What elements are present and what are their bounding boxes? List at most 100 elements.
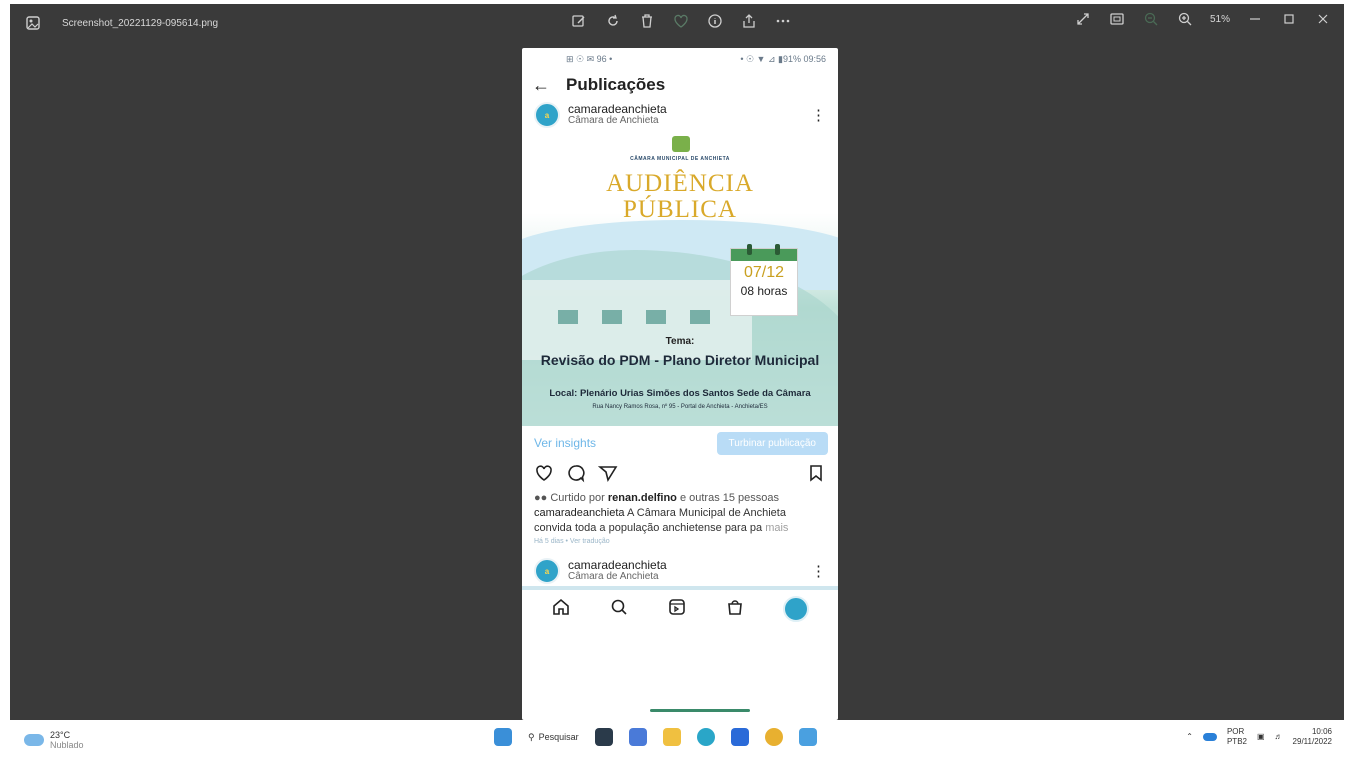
caption-username[interactable]: camaradeanchieta — [534, 507, 625, 519]
cloud-icon — [24, 734, 44, 746]
likes-user[interactable]: renan.delfino — [608, 492, 677, 504]
info-icon[interactable] — [706, 12, 724, 30]
clock[interactable]: 10:06 29/11/2022 — [1293, 727, 1332, 747]
edge-browser-icon[interactable] — [696, 728, 715, 746]
favorite-icon[interactable] — [672, 12, 690, 30]
rotate-icon[interactable] — [604, 12, 622, 30]
building-window — [646, 310, 666, 324]
file-name: Screenshot_20221129-095614.png — [62, 17, 219, 29]
delete-icon[interactable] — [638, 12, 656, 30]
app-bottom-nav — [522, 590, 838, 628]
status-left: ⊞ ☉ ✉ 96 • — [566, 53, 613, 64]
weather-text: 23°C Nublado — [50, 730, 84, 750]
fit-window-icon[interactable] — [1108, 10, 1126, 28]
next-post-header: a camaradeanchieta Câmara de Anchieta ⋮ — [522, 556, 838, 586]
event-time: 08 horas — [740, 284, 788, 298]
tema-label: Tema: — [665, 336, 695, 347]
task-view-icon[interactable] — [594, 728, 613, 746]
post-meta[interactable]: Há 5 dias • Ver tradução — [522, 536, 838, 550]
photos-taskbar-icon[interactable] — [798, 728, 817, 746]
search-glass-icon: ⚲ — [528, 731, 535, 742]
next-post-options-icon[interactable]: ⋮ — [811, 562, 826, 580]
viewer-toolbar — [570, 12, 792, 30]
poster-title-line2: PÚBLICA — [623, 196, 737, 223]
profile-avatar[interactable]: a — [534, 102, 560, 128]
calendar-ring — [775, 244, 780, 255]
search-icon[interactable] — [609, 597, 629, 622]
next-post-subtitle: Câmara de Anchieta — [568, 571, 659, 582]
page-title: Publicações — [566, 75, 666, 94]
home-indicator — [650, 709, 750, 712]
language-code: POR — [1226, 727, 1245, 736]
phone-screenshot: ⊞ ☉ ✉ 96 • • ☉ ▼ ⊿ ▮91% 09:56 ← Publicaç… — [522, 48, 838, 720]
photo-viewer-window: Screenshot_20221129-095614.png 51% ⊞ ☉ ✉… — [10, 4, 1344, 720]
comment-icon[interactable] — [566, 463, 586, 488]
fullscreen-icon[interactable] — [1074, 10, 1092, 28]
zoom-out-icon[interactable] — [1142, 10, 1160, 28]
home-icon[interactable] — [551, 597, 571, 622]
back-arrow-icon[interactable]: ← — [532, 75, 566, 96]
building-window — [558, 310, 578, 324]
likes-prefix: Curtido por — [550, 492, 608, 504]
photos-app-icon — [24, 14, 42, 32]
share-icon[interactable] — [740, 12, 758, 30]
likes-line[interactable]: ●● Curtido por renan.delfino e outras 15… — [522, 490, 838, 506]
input-language[interactable]: POR PTB2 — [1227, 727, 1247, 747]
caption-more-link[interactable]: mais — [765, 522, 788, 534]
local-text: Local: Plenário Urias Simões dos Santos … — [549, 388, 811, 399]
maximize-icon[interactable] — [1280, 10, 1298, 28]
onedrive-cloud-icon[interactable] — [1202, 733, 1217, 741]
zoom-level: 51% — [1209, 13, 1230, 25]
reels-icon[interactable] — [667, 597, 687, 622]
taskbar-search[interactable]: ⚲ Pesquisar — [528, 732, 579, 743]
save-bookmark-icon[interactable] — [806, 463, 826, 488]
clock-time: 10:06 — [1311, 727, 1332, 736]
view-insights-link[interactable]: Ver insights — [534, 436, 596, 450]
weather-condition: Nublado — [50, 740, 84, 750]
zoom-in-icon[interactable] — [1176, 10, 1194, 28]
close-icon[interactable] — [1314, 10, 1332, 28]
chrome-icon[interactable] — [764, 728, 783, 746]
share-send-icon[interactable] — [597, 463, 618, 488]
post-author: camaradeanchieta Câmara de Anchieta — [568, 103, 811, 126]
status-right: • ☉ ▼ ⊿ ▮91% 09:56 — [740, 53, 826, 64]
post-image[interactable]: CÂMARA MUNICIPAL DE ANCHIETA AUDIÊNCIA P… — [522, 130, 838, 426]
start-icon[interactable] — [494, 728, 512, 746]
boost-post-button[interactable]: Turbinar publicação — [716, 431, 828, 455]
phone-status-bar: ⊞ ☉ ✉ 96 • • ☉ ▼ ⊿ ▮91% 09:56 — [522, 48, 838, 70]
teams-chat-icon[interactable] — [628, 728, 647, 746]
next-post-author: camaradeanchieta Câmara de Anchieta — [568, 559, 811, 582]
calendar-ring — [747, 244, 752, 255]
store-icon[interactable] — [730, 728, 749, 746]
chamber-crest-logo — [672, 136, 690, 152]
like-heart-icon[interactable] — [534, 463, 554, 488]
chevron-up-icon[interactable]: ⌃ — [1186, 732, 1193, 742]
building-window — [602, 310, 622, 324]
more-options-icon[interactable] — [774, 12, 792, 30]
post-header: a camaradeanchieta Câmara de Anchieta ⋮ — [522, 100, 838, 130]
edit-icon[interactable] — [570, 12, 588, 30]
search-label: Pesquisar — [538, 732, 579, 742]
insights-row: Ver insights Turbinar publicação — [522, 426, 838, 460]
minimize-icon[interactable] — [1246, 10, 1264, 28]
volume-icon[interactable]: ♬ — [1275, 732, 1283, 742]
shop-bag-icon[interactable] — [725, 597, 745, 622]
calendar-card: 07/12 08 horas — [730, 244, 798, 316]
network-icon[interactable]: ▣ — [1257, 732, 1265, 742]
temperature: 23°C — [50, 730, 71, 740]
post-username[interactable]: camaradeanchieta — [568, 103, 811, 115]
file-explorer-icon[interactable] — [662, 728, 681, 746]
clock-date: 29/11/2022 — [1292, 737, 1332, 746]
windows-taskbar: 23°C Nublado ⚲ Pesquisar ⌃ POR PTB2 ▣ ♬ … — [10, 722, 1344, 756]
titlebar-left: Screenshot_20221129-095614.png — [24, 14, 218, 32]
next-profile-avatar[interactable]: a — [534, 558, 560, 584]
app-header: ← Publicações — [522, 70, 838, 100]
post-subtitle: Câmara de Anchieta — [568, 115, 659, 126]
weather-widget[interactable]: 23°C Nublado — [24, 730, 84, 750]
next-post-username[interactable]: camaradeanchieta — [568, 559, 811, 571]
address-text: Rua Nancy Ramos Rosa, nº 95 - Portal de … — [592, 404, 768, 410]
poster-building — [522, 280, 752, 360]
post-actions — [522, 460, 838, 490]
profile-tab-avatar[interactable] — [783, 596, 809, 622]
post-options-icon[interactable]: ⋮ — [811, 106, 826, 124]
